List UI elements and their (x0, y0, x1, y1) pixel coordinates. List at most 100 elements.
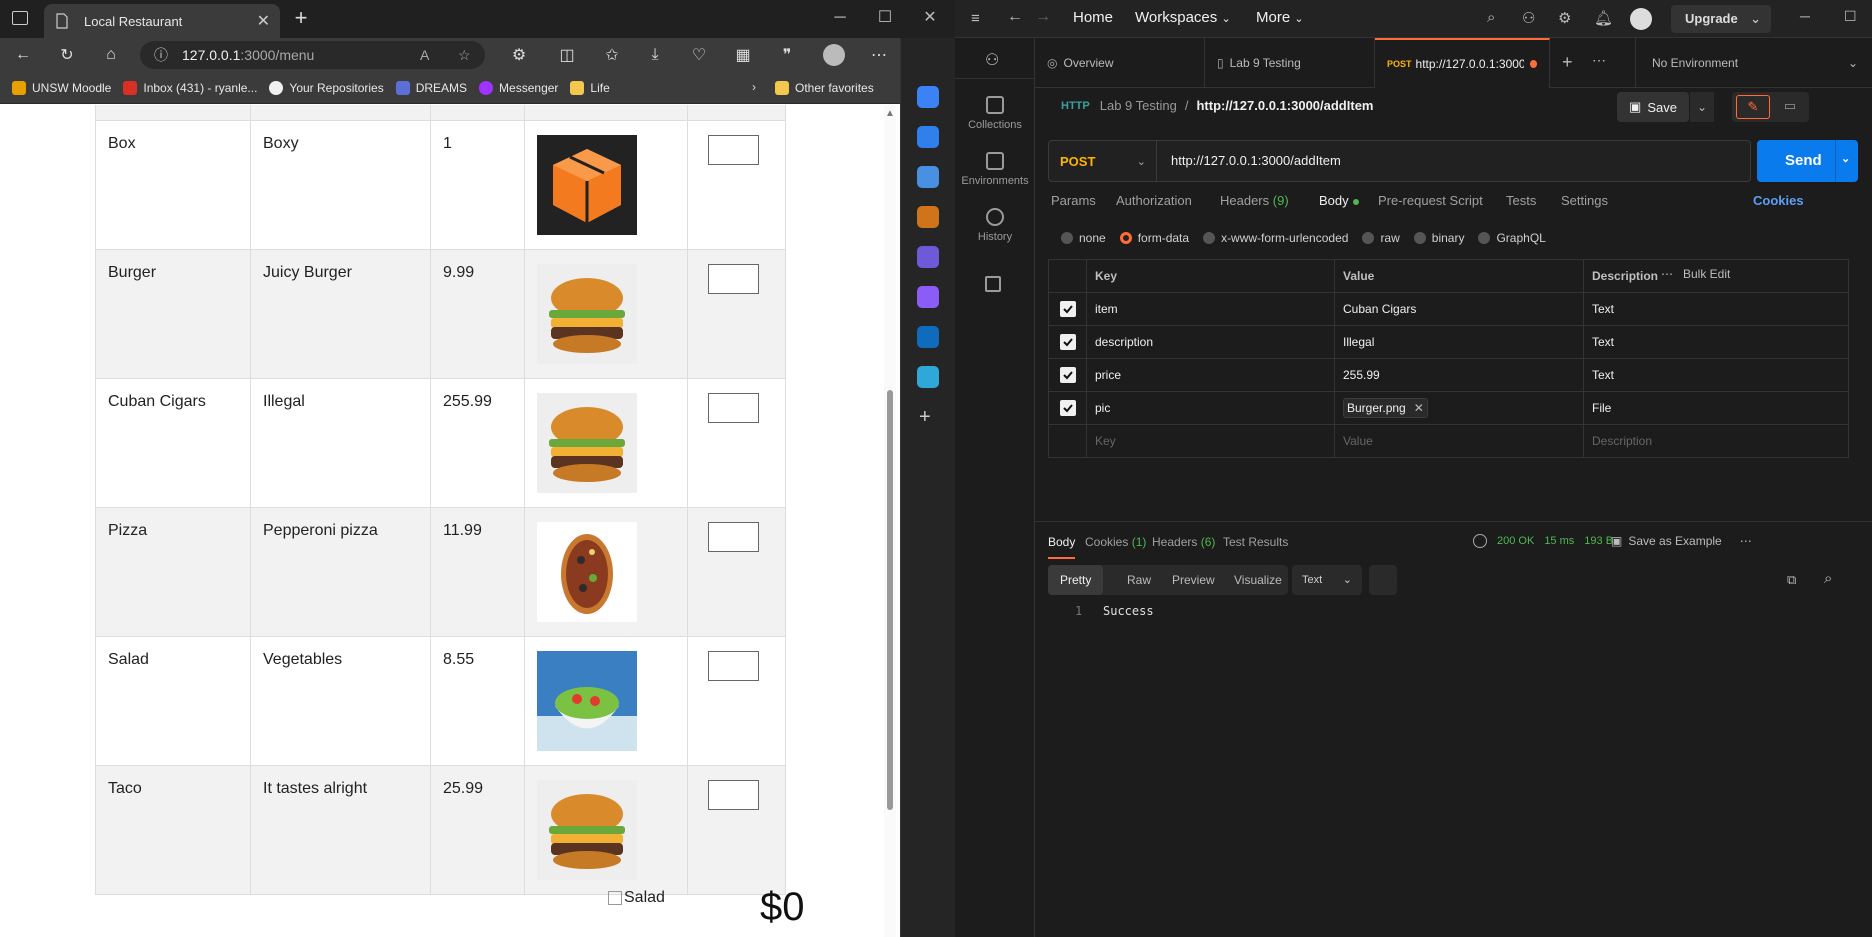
quantity-input[interactable] (708, 522, 759, 552)
sidebar-item-collections[interactable]: Collections (955, 96, 1035, 131)
bookmark-dreams[interactable]: DREAMS (395, 80, 467, 95)
more-menu-icon[interactable]: ⋯ (868, 44, 890, 66)
body-type-binary[interactable]: binary (1413, 231, 1464, 245)
extensions-icon[interactable]: ⚙ (508, 44, 530, 66)
scroll-up-icon[interactable]: ▲ (885, 108, 895, 119)
response-tab-cookies[interactable]: Cookies (1) (1085, 535, 1146, 549)
comments-icon[interactable]: ▭ (1776, 95, 1804, 119)
address-bar[interactable]: ⓘ 127.0.0.1 :3000/menu A ☆ (140, 41, 485, 69)
workspace-user-icon[interactable]: ⚇ (985, 50, 999, 70)
microsoft365-icon[interactable] (917, 286, 939, 308)
shopping-icon[interactable] (917, 166, 939, 188)
bookmarks-overflow-icon[interactable]: › (752, 80, 756, 94)
search-icon[interactable]: ⌕ (1487, 9, 1495, 26)
chevron-down-icon[interactable]: ⌄ (1841, 152, 1850, 165)
settings-icon[interactable]: ⚙ (1558, 9, 1571, 27)
favorites-icon[interactable]: ✩ (601, 44, 623, 66)
edit-icon[interactable]: ✎ (1736, 95, 1770, 119)
bookmark-inbox[interactable]: Inbox (431) - ryanle... (123, 80, 257, 95)
bulk-edit-button[interactable]: ⋯ Bulk Edit (1661, 267, 1730, 281)
param-value[interactable]: 255.99 (1334, 358, 1584, 392)
nav-workspaces[interactable]: Workspaces ⌄ (1135, 9, 1231, 26)
body-type-none[interactable]: none (1061, 231, 1106, 245)
new-tab-icon[interactable]: + (1562, 52, 1573, 73)
user-avatar[interactable] (1630, 8, 1652, 30)
outlook-icon[interactable] (917, 326, 939, 348)
body-type-raw[interactable]: raw (1362, 231, 1400, 245)
close-window-icon[interactable]: ✕ (918, 6, 942, 30)
close-tab-icon[interactable]: ✕ (257, 11, 270, 31)
quantity-input[interactable] (708, 780, 759, 810)
param-type[interactable]: File (1583, 391, 1849, 425)
quantity-input[interactable] (708, 651, 759, 681)
read-aloud-icon[interactable]: A (420, 47, 429, 63)
new-tab-button[interactable]: + (290, 7, 312, 30)
param-value[interactable]: Illegal (1334, 325, 1584, 359)
quote-icon[interactable]: ❞ (776, 44, 798, 66)
param-key[interactable]: pic (1086, 391, 1335, 425)
forward-icon[interactable]: → (1035, 8, 1051, 26)
remove-file-icon[interactable]: ✕ (1414, 401, 1424, 415)
tab-prerequest-script[interactable]: Pre-request Script (1378, 193, 1483, 208)
tab-options-icon[interactable]: ⋯ (1592, 52, 1606, 69)
breadcrumb-request[interactable]: http://127.0.0.1:3000/addItem (1196, 98, 1373, 113)
param-value[interactable]: Cuban Cigars (1334, 292, 1584, 326)
tab-active-request[interactable]: POST http://127.0.0.1:3000/a (1375, 38, 1550, 88)
tab-headers[interactable]: Headers (9) (1220, 193, 1289, 208)
response-time[interactable]: 15 ms (1544, 535, 1574, 547)
configure-sidebar-icon[interactable] (985, 276, 1001, 292)
cookies-link[interactable]: Cookies (1753, 193, 1804, 208)
response-size[interactable]: 193 B (1584, 535, 1613, 547)
tools-icon[interactable] (917, 206, 939, 228)
more-options-icon[interactable]: ⋯ (1661, 267, 1673, 281)
environment-selector[interactable]: No Environment ⌄ (1635, 38, 1872, 88)
sidebar-item-history[interactable]: History (955, 208, 1035, 243)
telegram-icon[interactable] (917, 366, 939, 388)
browser-tab[interactable]: Local Restaurant ✕ (44, 4, 280, 38)
save-as-example-button[interactable]: ▣ Save as Example ⋯ (1611, 534, 1752, 548)
body-type-form-data[interactable]: form-data (1119, 231, 1189, 245)
param-key[interactable]: description (1086, 325, 1335, 359)
new-description-input[interactable]: Description (1583, 424, 1849, 458)
view-raw[interactable]: Raw (1115, 565, 1163, 595)
breadcrumb-collection[interactable]: Lab 9 Testing (1100, 98, 1177, 113)
add-sidebar-app-icon[interactable]: + (919, 406, 931, 429)
bookmark-messenger[interactable]: Messenger (479, 80, 558, 95)
method-selector[interactable]: POST ⌄ (1049, 141, 1157, 181)
body-type-graphql[interactable]: GraphQL (1478, 231, 1546, 245)
search-icon[interactable]: ⌕ (1824, 570, 1832, 587)
other-favorites-folder[interactable]: Other favorites (775, 81, 874, 95)
view-visualize[interactable]: Visualize (1222, 565, 1294, 595)
profile-avatar[interactable] (823, 44, 845, 66)
tab-actions-icon[interactable] (12, 11, 28, 25)
save-button[interactable]: ▣ Save (1617, 92, 1689, 122)
response-format-select[interactable]: Text ⌄ (1292, 565, 1362, 595)
invite-icon[interactable]: ⚇ (1522, 9, 1535, 27)
nav-home[interactable]: Home (1073, 9, 1113, 26)
scroll-thumb[interactable] (887, 390, 893, 810)
nav-more[interactable]: More ⌄ (1256, 9, 1304, 26)
calculator-icon[interactable]: ▦ (732, 44, 754, 66)
maximize-icon[interactable]: ☐ (1844, 8, 1857, 25)
tab-settings[interactable]: Settings (1561, 193, 1608, 208)
search-icon[interactable] (917, 126, 939, 148)
back-icon[interactable]: ← (1007, 8, 1023, 26)
tab-authorization[interactable]: Authorization (1116, 193, 1192, 208)
tab-overview[interactable]: ◎ Overview (1035, 38, 1205, 88)
response-tab-body[interactable]: Body (1048, 535, 1076, 559)
back-icon[interactable]: ← (12, 44, 34, 66)
send-button[interactable]: Send ⌄ (1757, 140, 1858, 182)
bookmark-your-repositories[interactable]: Your Repositories (269, 80, 384, 95)
new-value-input[interactable]: Value (1334, 424, 1584, 458)
favorite-star-icon[interactable]: ☆ (458, 47, 471, 64)
performance-icon[interactable]: ♡ (688, 44, 710, 66)
page-scrollbar[interactable]: ▲ (884, 105, 896, 937)
notifications-icon[interactable] (917, 86, 939, 108)
minimize-icon[interactable]: ─ (828, 6, 852, 30)
view-preview[interactable]: Preview (1160, 565, 1227, 595)
notifications-icon[interactable]: 🔔︎ (1594, 9, 1613, 27)
home-icon[interactable]: ⌂ (100, 44, 122, 66)
maximize-icon[interactable]: ☐ (873, 6, 897, 30)
param-key[interactable]: item (1086, 292, 1335, 326)
row-enabled-checkbox[interactable] (1059, 367, 1076, 383)
